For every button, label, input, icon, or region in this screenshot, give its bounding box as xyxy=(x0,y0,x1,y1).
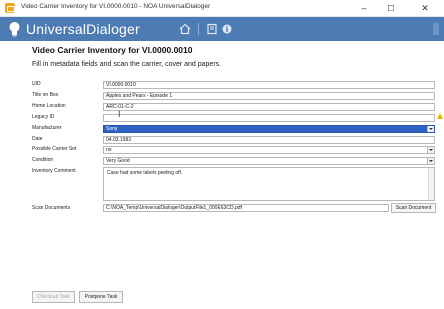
home-icon[interactable] xyxy=(177,21,193,37)
possible-carrier-set-label: Possible Carrier Set xyxy=(32,146,77,152)
home-location-field[interactable]: ARC-01-C-2 xyxy=(103,103,435,111)
minimize-button[interactable]: – xyxy=(353,1,375,16)
chevron-down-icon[interactable] xyxy=(427,126,434,132)
warning-icon xyxy=(437,113,443,119)
text-cursor-icon: I xyxy=(118,109,121,119)
info-icon[interactable] xyxy=(219,21,235,37)
title-on-box-field[interactable]: Apples and Pears - Episode 1 xyxy=(103,92,435,100)
legacy-id-field[interactable] xyxy=(103,114,435,122)
lightbulb-logo-icon xyxy=(9,22,20,37)
possible-carrier-set-value: no xyxy=(106,147,112,153)
page-title: Video Carrier Inventory for VI.0000.0010 xyxy=(32,45,193,55)
scan-path-field[interactable]: C:\NOA_Temp\UniversalDialoger\OutputFile… xyxy=(103,204,389,212)
chevron-down-icon[interactable] xyxy=(427,158,434,164)
maximize-button[interactable]: ☐ xyxy=(380,1,402,16)
scan-document-button[interactable]: Scan Document xyxy=(391,203,436,213)
inventory-comment-label: Inventory Comment xyxy=(32,168,76,174)
app-icon xyxy=(5,3,15,13)
uid-label: UID xyxy=(32,81,41,87)
toolbar-separator xyxy=(198,23,199,35)
title-on-box-label: Title on Box xyxy=(32,92,59,98)
textarea-scrollbar[interactable] xyxy=(428,168,434,200)
possible-carrier-set-select[interactable]: no xyxy=(103,146,435,154)
page-subtitle: Fill in metadata fields and scan the car… xyxy=(32,61,222,68)
window-title: Video Carrier Inventory for VI.0000.0010… xyxy=(21,3,211,10)
postpone-task-button[interactable]: Postpone Task xyxy=(79,291,123,303)
condition-label: Condition xyxy=(32,157,54,163)
inventory-comment-textarea[interactable]: Case had some labels peeling off. xyxy=(103,167,435,201)
app-name: UniversalDialoger xyxy=(26,21,140,37)
manufacturer-label: Manufacturer xyxy=(32,125,62,131)
app-toolbar: UniversalDialoger xyxy=(0,17,444,41)
checkout-task-button[interactable]: Checkout Task xyxy=(32,291,75,303)
date-label: Date xyxy=(32,136,43,142)
uid-field[interactable]: VI.0000.0010 xyxy=(103,81,435,89)
chevron-down-icon[interactable] xyxy=(427,147,434,153)
book-icon[interactable] xyxy=(204,21,220,37)
manufacturer-select[interactable]: Sony xyxy=(103,125,435,133)
toolbar-right-indicator xyxy=(433,23,439,35)
legacy-id-label: Legacy ID xyxy=(32,114,55,120)
manufacturer-value: Sony xyxy=(106,126,118,132)
home-location-label: Home Location xyxy=(32,103,66,109)
scan-documents-label: Scan Documents xyxy=(32,205,71,211)
inventory-comment-value: Case had some labels peeling off. xyxy=(107,170,183,176)
window-titlebar: Video Carrier Inventory for VI.0000.0010… xyxy=(0,0,444,17)
close-button[interactable]: ✕ xyxy=(414,1,436,16)
condition-value: Very Good xyxy=(106,158,130,164)
date-field[interactable]: 04.03.1983 xyxy=(103,136,435,144)
condition-select[interactable]: Very Good xyxy=(103,157,435,165)
